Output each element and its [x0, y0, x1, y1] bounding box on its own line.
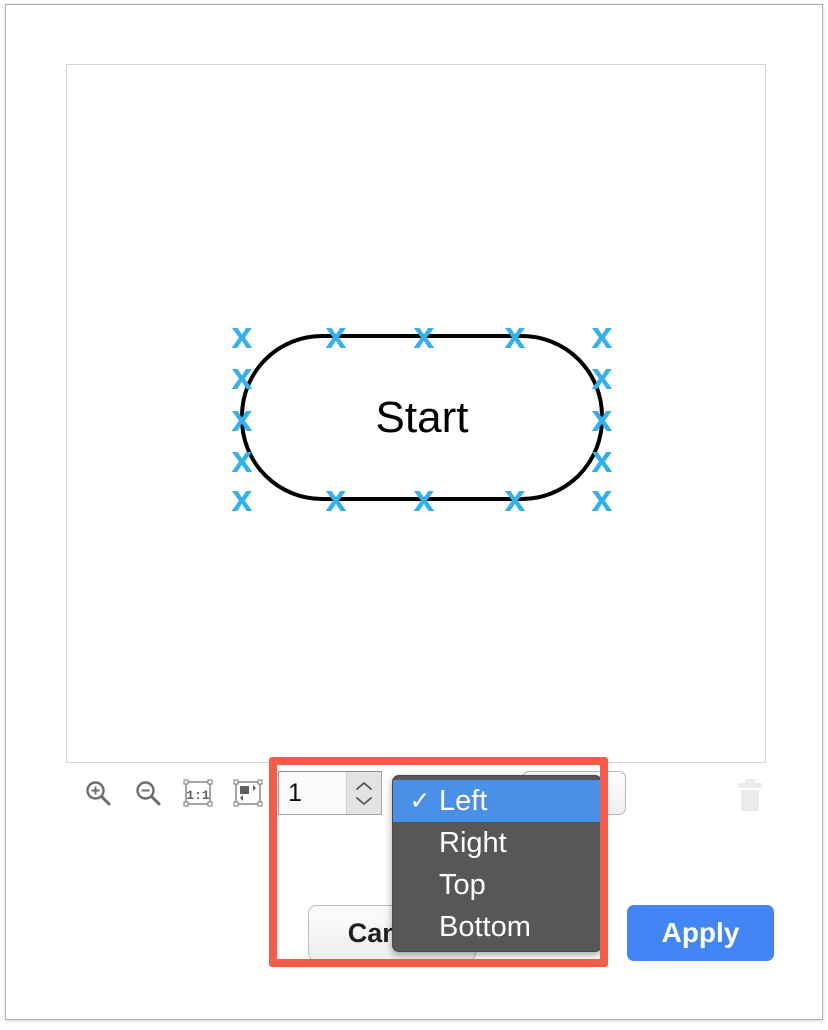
apply-button[interactable]: Apply: [627, 905, 774, 961]
connection-point-marker[interactable]: x: [231, 358, 252, 396]
zoom-in-icon[interactable]: [80, 775, 116, 811]
connection-point-marker[interactable]: x: [591, 400, 612, 438]
connection-point-count-stepper[interactable]: [278, 771, 382, 815]
edit-connection-points-dialog: Start xxxxxxxxxxxxxxxx 1:1 1 Apply ✓ Lef…: [5, 4, 823, 1020]
connection-point-marker[interactable]: x: [591, 441, 612, 479]
connection-point-marker[interactable]: x: [413, 317, 434, 355]
shape-layer: Start xxxxxxxxxxxxxxxx: [67, 65, 765, 762]
connection-point-marker[interactable]: x: [591, 358, 612, 396]
connection-point-marker[interactable]: x: [231, 441, 252, 479]
connection-point-marker[interactable]: x: [325, 317, 346, 355]
zoom-out-icon[interactable]: [130, 775, 166, 811]
connection-point-marker[interactable]: x: [231, 400, 252, 438]
connection-point-marker[interactable]: x: [413, 480, 434, 518]
fit-page-icon[interactable]: [230, 775, 266, 811]
connection-point-marker[interactable]: x: [504, 317, 525, 355]
chevron-up-icon[interactable]: [355, 781, 373, 792]
stepper-arrows[interactable]: [346, 772, 381, 814]
connection-point-count-input[interactable]: [279, 772, 346, 814]
shape-label: Start: [375, 392, 469, 442]
connection-point-marker[interactable]: x: [231, 480, 252, 518]
actual-size-label: 1:1: [186, 788, 210, 803]
connection-point-marker[interactable]: x: [591, 317, 612, 355]
connection-point-marker[interactable]: x: [591, 480, 612, 518]
connection-point-marker[interactable]: x: [325, 480, 346, 518]
dropdown-option-right[interactable]: Right: [393, 822, 601, 864]
chevron-down-icon[interactable]: [355, 795, 373, 806]
trash-icon[interactable]: [730, 775, 770, 815]
dropdown-option-bottom[interactable]: Bottom: [393, 906, 601, 948]
dropdown-option-label: Left: [439, 784, 488, 817]
dropdown-option-label: Bottom: [439, 910, 531, 943]
dropdown-option-left[interactable]: ✓ Left: [393, 780, 601, 822]
dropdown-option-label: Top: [439, 868, 486, 901]
shape-preview-canvas[interactable]: Start xxxxxxxxxxxxxxxx: [66, 64, 766, 763]
connection-point-marker[interactable]: x: [231, 317, 252, 355]
dropdown-option-top[interactable]: Top: [393, 864, 601, 906]
check-icon: ✓: [409, 786, 431, 815]
dropdown-option-label: Right: [439, 826, 507, 859]
connection-point-marker[interactable]: x: [504, 480, 525, 518]
connection-point-side-dropdown[interactable]: ✓ Left Right Top Bottom: [392, 775, 602, 952]
actual-size-icon[interactable]: 1:1: [180, 775, 216, 811]
